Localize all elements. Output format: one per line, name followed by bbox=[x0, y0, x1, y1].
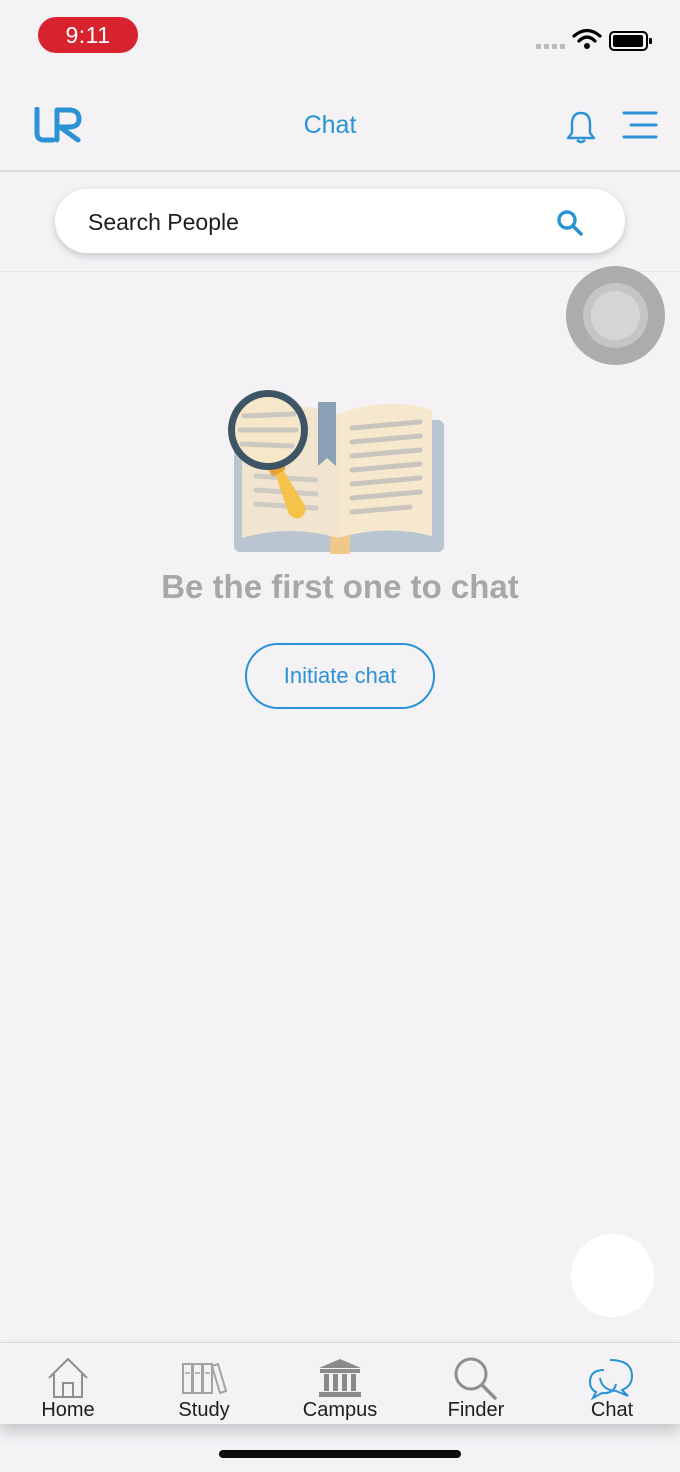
tab-finder[interactable]: Finder bbox=[408, 1343, 544, 1425]
tab-label: Finder bbox=[447, 1399, 505, 1421]
tab-label: Home bbox=[41, 1399, 95, 1421]
page-title: Chat bbox=[303, 111, 357, 139]
app-header: Chat bbox=[0, 80, 680, 172]
menu-icon[interactable] bbox=[622, 110, 658, 140]
tab-home[interactable]: Home bbox=[0, 1343, 136, 1425]
tab-label: Chat bbox=[590, 1399, 634, 1421]
wifi-icon bbox=[572, 28, 602, 49]
chat-bubbles-icon bbox=[588, 1359, 634, 1400]
empty-state-illustration bbox=[228, 390, 444, 554]
bottom-tab-bar: Home Study Campus Finder Chat bbox=[0, 1342, 680, 1424]
status-time: 9:11 bbox=[38, 17, 138, 53]
notification-bell-icon[interactable] bbox=[565, 110, 597, 144]
books-icon bbox=[182, 1362, 227, 1395]
search-placeholder: Search People bbox=[88, 209, 239, 235]
search-input[interactable]: Search People bbox=[55, 189, 625, 253]
magnifier-icon bbox=[454, 1357, 497, 1400]
tab-label: Study bbox=[178, 1399, 230, 1421]
home-indicator[interactable] bbox=[219, 1450, 461, 1458]
home-icon bbox=[48, 1358, 88, 1398]
floating-action-button[interactable] bbox=[571, 1234, 654, 1317]
tab-campus[interactable]: Campus bbox=[272, 1343, 408, 1425]
building-icon bbox=[319, 1359, 361, 1397]
status-bar: 9:11 bbox=[0, 0, 680, 80]
tab-label: Campus bbox=[302, 1399, 378, 1421]
initiate-chat-button[interactable]: Initiate chat bbox=[245, 643, 435, 709]
tab-study[interactable]: Study bbox=[136, 1343, 272, 1425]
search-section: Search People bbox=[0, 172, 680, 272]
empty-state-message: Be the first one to chat bbox=[161, 568, 519, 605]
search-icon[interactable] bbox=[556, 209, 584, 237]
assistive-touch-button[interactable] bbox=[566, 266, 665, 365]
cellular-signal-icon bbox=[536, 44, 565, 49]
tab-chat[interactable]: Chat bbox=[544, 1343, 680, 1425]
battery-icon bbox=[609, 31, 652, 51]
